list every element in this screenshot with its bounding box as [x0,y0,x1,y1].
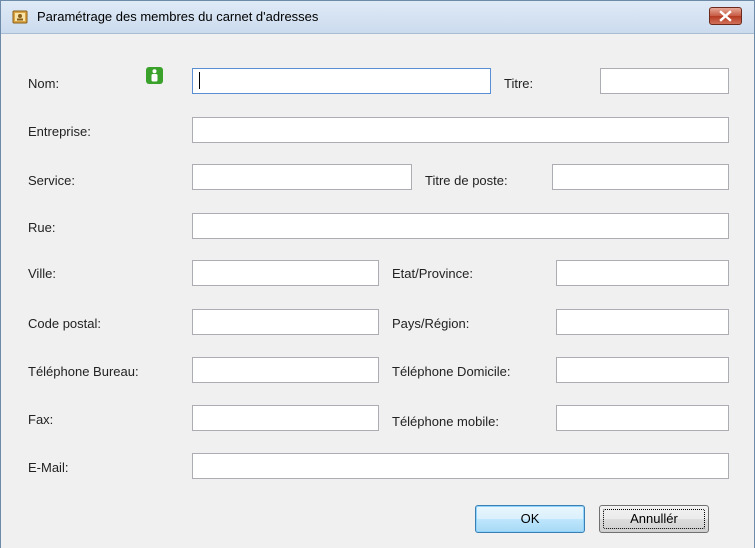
close-icon [719,10,732,22]
nom-label: Nom: [28,76,60,91]
titre-label: Titre: [504,76,534,91]
code-postal-label: Code postal: [28,316,101,331]
ok-button[interactable]: OK [475,505,585,533]
pays-region-label: Pays/Région: [392,316,470,331]
nom-input[interactable] [192,68,491,94]
etat-province-label: Etat/Province: [392,266,473,281]
focus-rectangle [603,509,705,529]
ok-button-label: OK [520,511,540,526]
address-book-member-dialog: Paramétrage des membres du carnet d'adre… [0,0,755,548]
entreprise-label: Entreprise: [28,124,91,139]
code-postal-input[interactable] [192,309,379,335]
fax-label: Fax: [28,412,54,427]
close-button[interactable] [709,7,742,25]
titre-input[interactable] [600,68,729,94]
telephone-mobile-input[interactable] [556,405,729,431]
telephone-bureau-input[interactable] [192,357,379,383]
dialog-body: Nom: Titre: Entreprise: Service: Titre d… [1,34,754,548]
titre-de-poste-label: Titre de poste: [425,173,508,188]
telephone-domicile-label: Téléphone Domicile: [392,364,511,379]
telephone-mobile-label: Téléphone mobile: [392,414,499,429]
titre-de-poste-input[interactable] [552,164,729,190]
pays-region-input[interactable] [556,309,729,335]
rue-label: Rue: [28,220,56,235]
cancel-button[interactable]: Annullér [599,505,709,533]
ville-input[interactable] [192,260,379,286]
ville-label: Ville: [28,266,56,281]
entreprise-input[interactable] [192,117,729,143]
rue-input[interactable] [192,213,729,239]
person-icon [146,67,163,84]
telephone-bureau-label: Téléphone Bureau: [28,364,139,379]
fax-input[interactable] [192,405,379,431]
text-caret [199,72,200,89]
email-input[interactable] [192,453,729,479]
email-label: E-Mail: [28,460,69,475]
telephone-domicile-input[interactable] [556,357,729,383]
service-input[interactable] [192,164,412,190]
window-title: Paramétrage des membres du carnet d'adre… [37,9,319,24]
etat-province-input[interactable] [556,260,729,286]
address-book-icon [12,10,28,24]
service-label: Service: [28,173,75,188]
title-bar[interactable]: Paramétrage des membres du carnet d'adre… [1,1,754,34]
